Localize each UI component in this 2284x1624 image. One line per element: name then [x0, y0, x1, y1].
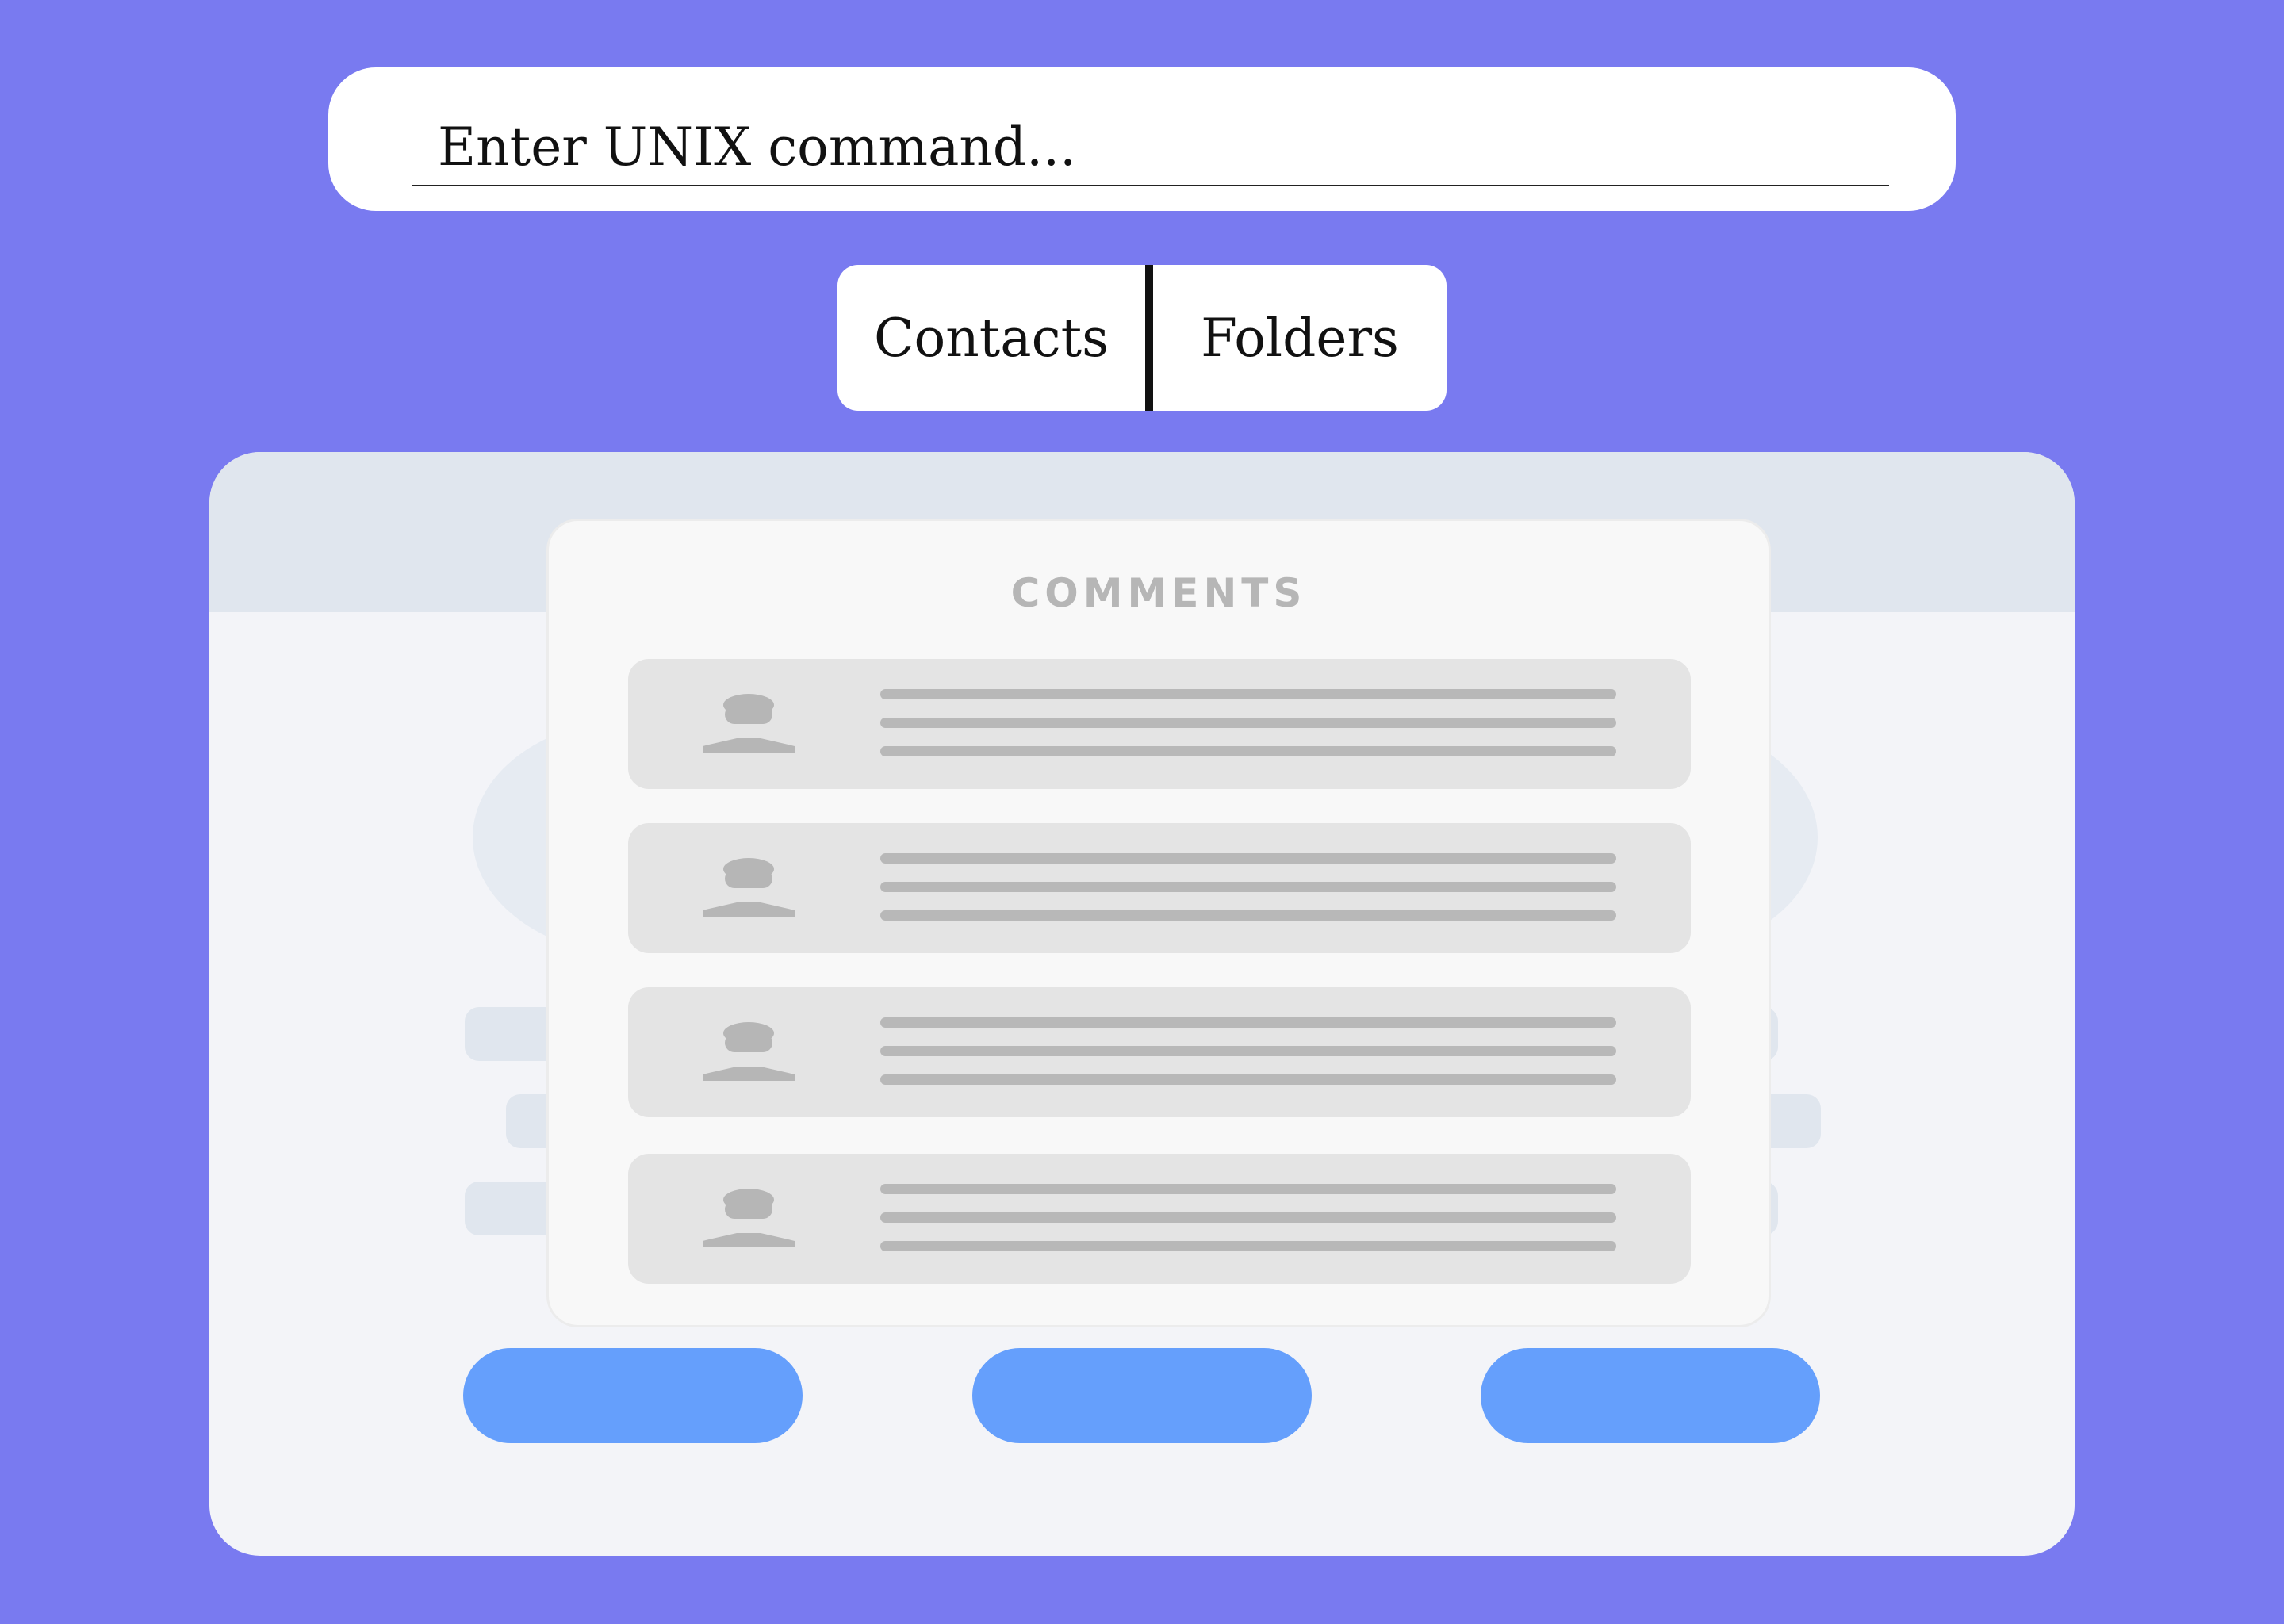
- comment-item[interactable]: [628, 659, 1691, 789]
- comment-text-line: [880, 689, 1616, 699]
- action-button-left[interactable]: [463, 1348, 803, 1443]
- action-button-right[interactable]: [1481, 1348, 1820, 1443]
- user-silhouette-icon: [703, 1022, 795, 1081]
- comment-text-line: [880, 1212, 1616, 1223]
- comment-text-line: [880, 718, 1616, 728]
- user-silhouette-icon: [703, 858, 795, 917]
- comment-text-line: [880, 1241, 1616, 1251]
- comment-text-line: [880, 1074, 1616, 1085]
- user-silhouette-icon: [703, 694, 795, 753]
- comment-item[interactable]: [628, 987, 1691, 1117]
- comment-text-line: [880, 853, 1616, 864]
- tab-folders[interactable]: Folders: [1153, 265, 1447, 411]
- comment-item[interactable]: [628, 823, 1691, 953]
- user-silhouette-icon: [703, 1189, 795, 1247]
- tab-contacts[interactable]: Contacts: [837, 265, 1145, 411]
- comments-panel: COMMENTS: [546, 519, 1771, 1327]
- comment-text-line: [880, 746, 1616, 756]
- comment-text-line: [880, 882, 1616, 892]
- command-input[interactable]: [412, 109, 1889, 186]
- tab-divider: [1145, 265, 1153, 411]
- action-button-center[interactable]: [972, 1348, 1312, 1443]
- command-bar: [328, 67, 1956, 211]
- comments-title: COMMENTS: [1010, 570, 1307, 616]
- comment-text-line: [880, 910, 1616, 921]
- comment-item[interactable]: [628, 1154, 1691, 1284]
- comment-text-line: [880, 1017, 1616, 1028]
- tab-group: Contacts Folders: [837, 265, 1447, 411]
- comment-text-line: [880, 1184, 1616, 1194]
- comment-text-line: [880, 1046, 1616, 1056]
